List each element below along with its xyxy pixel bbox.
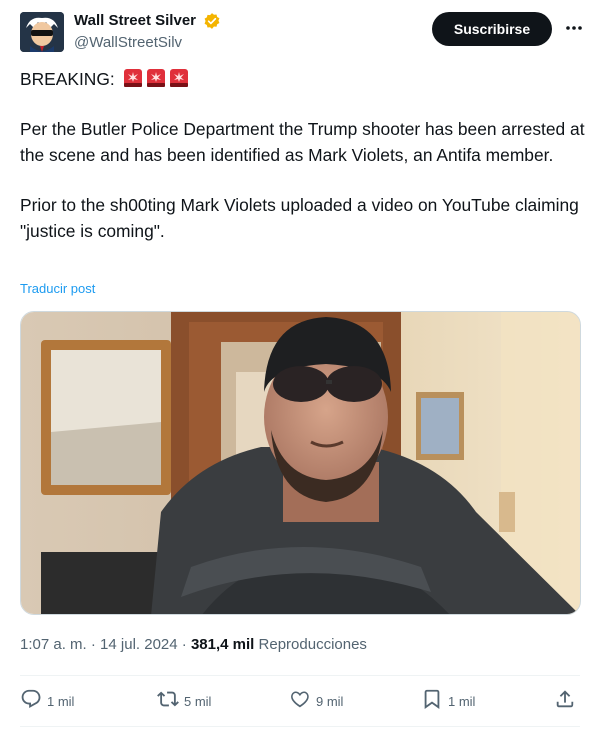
action-bar: 1 mil 5 mil 9 mil 1 mil (20, 686, 582, 716)
breaking-line: BREAKING: (20, 66, 585, 92)
subscribe-button[interactable]: Suscribirse (432, 12, 552, 46)
translate-link[interactable]: Traducir post (20, 281, 95, 296)
heart-icon (289, 688, 311, 715)
share-icon (554, 688, 576, 715)
post-text: BREAKING: Per the Butler Police Departme… (20, 66, 585, 244)
like-count: 9 mil (316, 693, 344, 709)
post-header: Wall Street Silver @WallStreetSilv Suscr… (20, 12, 590, 56)
divider (20, 675, 580, 676)
bookmark-count: 1 mil (448, 693, 476, 709)
share-button[interactable] (554, 688, 576, 714)
ellipsis-icon[interactable] (562, 16, 586, 40)
post-date[interactable]: 14 jul. 2024 (100, 636, 178, 653)
reply-count: 1 mil (47, 693, 75, 709)
bookmark-button[interactable]: 1 mil (421, 688, 475, 714)
post-meta: 1:07 a. m. · 14 jul. 2024 · 381,4 mil Re… (20, 636, 367, 653)
meta-separator: · (90, 636, 96, 653)
post-paragraph-2: Prior to the sh00ting Mark Violets uploa… (20, 195, 579, 241)
views-label: Reproducciones (258, 636, 367, 653)
bookmark-icon (421, 688, 443, 715)
repost-button[interactable]: 5 mil (157, 688, 211, 714)
author-block: Wall Street Silver @WallStreetSilv (74, 12, 221, 52)
repost-icon (157, 688, 179, 715)
meta-separator: · (181, 636, 187, 653)
siren-icon (123, 68, 143, 88)
author-name[interactable]: Wall Street Silver (74, 12, 196, 30)
repost-count: 5 mil (184, 693, 212, 709)
reply-icon (20, 688, 42, 715)
author-handle[interactable]: @WallStreetSilv (74, 34, 221, 52)
post-paragraph-1: Per the Butler Police Department the Tru… (20, 119, 585, 165)
post-image[interactable] (20, 311, 581, 615)
breaking-label: BREAKING: (20, 69, 115, 89)
views-count: 381,4 mil (190, 636, 255, 653)
avatar[interactable] (20, 12, 64, 52)
like-button[interactable]: 9 mil (289, 688, 343, 714)
divider (20, 726, 580, 727)
verified-badge-icon (203, 12, 221, 30)
reply-button[interactable]: 1 mil (20, 688, 74, 714)
siren-icon (146, 68, 166, 88)
siren-icon (169, 68, 189, 88)
post-time[interactable]: 1:07 a. m. (20, 636, 87, 653)
